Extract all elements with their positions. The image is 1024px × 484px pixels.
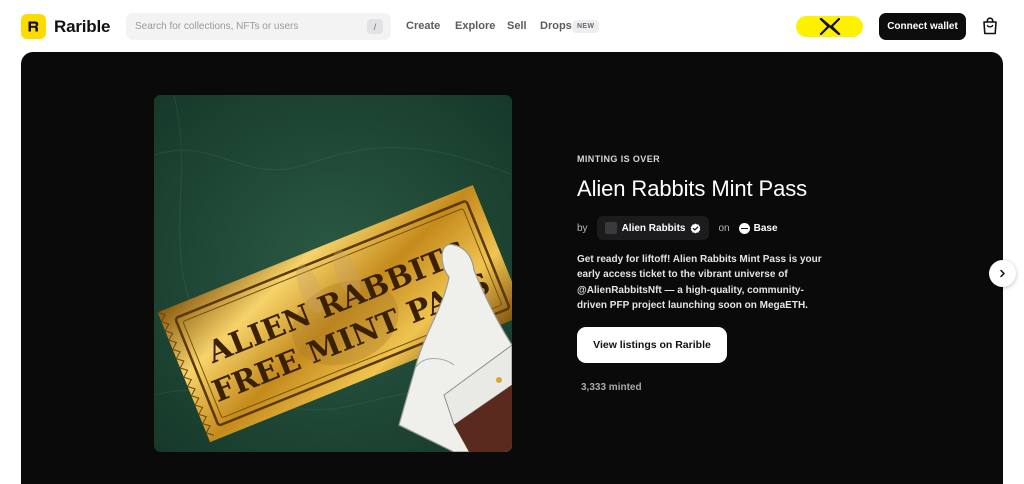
search-input[interactable]: Search for collections, NFTs or users <box>135 21 298 32</box>
x-logo-icon <box>819 18 840 35</box>
drop-artwork[interactable]: ALIEN RABBITS FREE MINT PASS <box>154 95 512 452</box>
connect-wallet-button[interactable]: Connect wallet <box>879 13 966 40</box>
x-button[interactable] <box>796 16 863 37</box>
carousel-next-button[interactable] <box>989 260 1016 287</box>
view-listings-button[interactable]: View listings on Rarible <box>577 327 727 363</box>
nav-sell[interactable]: Sell <box>507 20 527 32</box>
drop-description: Get ready for liftoff! Alien Rabbits Min… <box>577 254 822 311</box>
drop-meta-row: by Alien Rabbits on Base <box>577 216 778 240</box>
creator-avatar <box>604 222 617 234</box>
drop-title: Alien Rabbits Mint Pass <box>577 176 808 201</box>
mint-pass-ticket-image: ALIEN RABBITS FREE MINT PASS <box>154 95 512 452</box>
nav-create[interactable]: Create <box>406 20 440 32</box>
brand-name: Rarible <box>54 16 111 36</box>
mint-status-label: MINTING IS OVER <box>577 154 661 164</box>
search-shortcut-key: / <box>367 19 383 34</box>
nav-drops[interactable]: Drops <box>540 20 572 32</box>
minted-count: 3,333 minted <box>581 382 642 393</box>
search-bar[interactable]: Search for collections, NFTs or users / <box>126 13 391 40</box>
top-navigation-bar: Rarible Search for collections, NFTs or … <box>0 0 1024 52</box>
nav-explore[interactable]: Explore <box>455 20 495 32</box>
drops-new-badge: NEW <box>572 20 600 33</box>
by-label: by <box>577 222 588 234</box>
chevron-right-icon <box>1000 269 1005 278</box>
creator-chip[interactable]: Alien Rabbits <box>596 216 710 240</box>
on-label: on <box>718 222 730 234</box>
rarible-logo[interactable]: Rarible <box>21 14 110 39</box>
chain-name[interactable]: Base <box>754 223 778 234</box>
rarible-logo-icon <box>21 14 46 39</box>
shopping-bag-icon[interactable] <box>982 17 998 35</box>
base-chain-icon <box>738 222 750 234</box>
creator-name: Alien Rabbits <box>621 222 686 234</box>
verified-badge-icon <box>691 222 701 234</box>
featured-drop-hero: ALIEN RABBITS FREE MINT PASS MINTING IS … <box>21 52 1003 484</box>
